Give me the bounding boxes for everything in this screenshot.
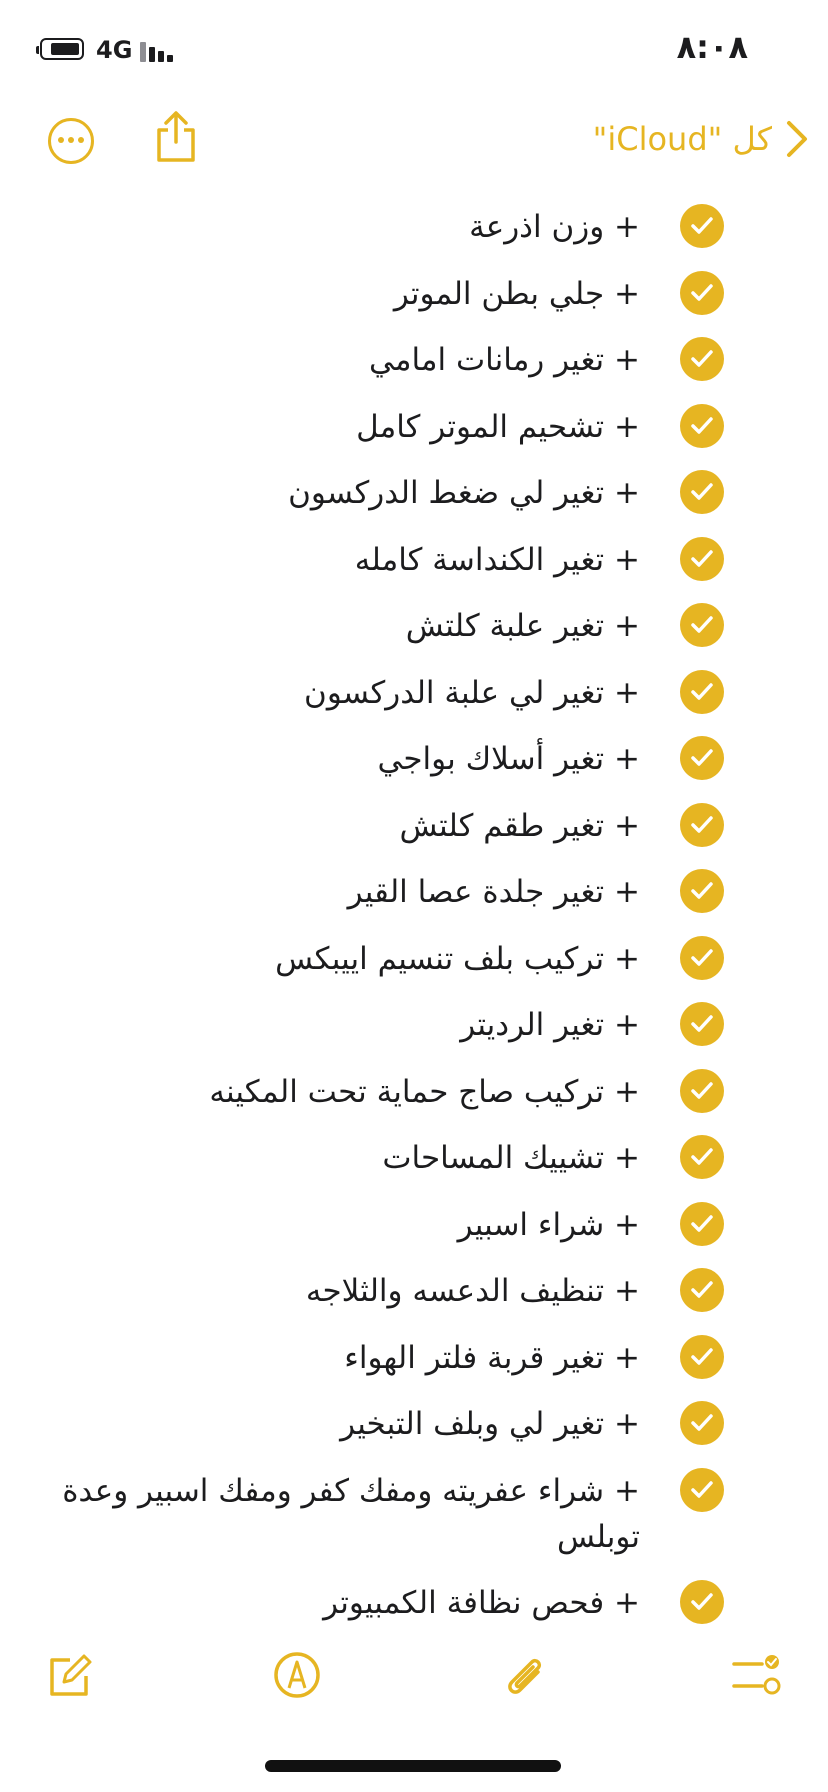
checklist-item-text: + تركيب صاج حماية تحت المكينه [209,1073,640,1110]
checklist-item-text: + شراء اسبير [457,1206,640,1243]
checklist-item-text: + تغير الكنداسة كامله [354,541,640,578]
checklist-item-text: + تشييك المساحات [382,1140,640,1176]
checklist-item[interactable]: + تشييك المساحات [382,1135,724,1181]
checkmark-circle-icon[interactable] [680,204,724,248]
nav-bar: كل "iCloud" [0,100,828,190]
checklist-item[interactable]: + تغير الرديتر [460,1002,724,1048]
checklist-item[interactable]: + تغير علبة كلتش [406,603,724,649]
checklist-item[interactable]: + تشحيم الموتر كامل [356,403,724,450]
chevron-right-icon [787,121,807,157]
checklist-item-text: + تركيب بلف تنسيم اييبكس [275,940,640,977]
checklist-item-text: + تغير طقم كلتش [399,807,640,844]
checklist-item-text: + شراء عفريته ومفك كفر ومفك اسبير وعدة ت… [62,1472,640,1555]
checkmark-circle-icon[interactable] [680,470,724,514]
checklist-icon [732,1655,781,1695]
markup-pen-icon [274,1652,320,1698]
checklist-item-text: + تغير علبة كلتش [405,608,640,644]
compose-button[interactable] [44,1650,94,1700]
checklist-item[interactable]: + تنظيف الدعسه والثلاجه [306,1268,724,1314]
checklist-item[interactable]: + تغير لي ضغط الدركسون [288,470,724,516]
ellipsis-icon [51,137,91,145]
checklist-item-text: + تغير الرديتر [460,1007,640,1043]
checkmark-circle-icon[interactable] [680,536,724,581]
status-bar: 4G ٨:٠٨ [0,0,828,100]
checkmark-circle-icon[interactable] [680,802,724,847]
checklist-item[interactable]: + شراء عفريته ومفك كفر ومفك اسبير وعدة ت… [0,1467,724,1560]
checklist-item[interactable]: + تغير رمانات امامي [369,337,724,383]
paperclip-icon [508,1658,542,1694]
checkmark-circle-icon[interactable] [680,1268,724,1312]
checkmark-circle-icon[interactable] [680,1135,724,1179]
checkmark-circle-icon[interactable] [680,1579,724,1624]
note-body[interactable]: + وزن اذرعة + جلي بطن الموتر + تغير رمانات… [0,196,828,1626]
checklist-item[interactable]: + تغير الكنداسة كامله [354,536,724,583]
checklist-item[interactable]: + تركيب بلف تنسيم اييبكس [275,935,724,982]
checklist-item[interactable]: + وزن اذرعة [469,204,724,250]
checklist-item-text: + جلي بطن الموتر [393,275,640,312]
checklist-item-text: + تغير لي ضغط الدركسون [288,475,640,511]
checklist-item-text: + تنظيف الدعسه والثلاجه [305,1273,640,1309]
checklist-item[interactable]: + تركيب صاج حماية تحت المكينه [209,1068,724,1115]
markup-button[interactable] [272,1650,322,1700]
compose-icon [50,1654,92,1696]
checklist-item-text: + تغير أسلاك بواجي [377,741,640,777]
back-button[interactable]: كل "iCloud" [593,114,808,164]
checklist-item[interactable]: + فحص نظافة الكمبيوتر [323,1579,724,1626]
checklist-item-text: + تشحيم الموتر كامل [356,408,640,445]
checkmark-circle-icon[interactable] [680,337,724,381]
network-type: 4G [96,36,133,64]
checklist-item-text: + تغير لي علبة الدركسون [304,674,640,711]
share-icon [157,111,195,162]
checkmark-circle-icon[interactable] [680,603,724,647]
back-label: كل "iCloud" [592,120,772,158]
checkmark-circle-icon[interactable] [680,669,724,714]
checklist-item[interactable]: + تغير أسلاك بواجي [378,736,724,782]
signal-strength-icon [140,38,180,62]
checklist-item-text: + وزن اذرعة [469,209,640,245]
share-button[interactable] [154,110,198,164]
checklist-item-text: + تغير لي وبلف التبخير [340,1406,640,1442]
checkmark-circle-icon[interactable] [680,1334,724,1379]
checkmark-circle-icon[interactable] [680,1002,724,1046]
checklist-item-text: + تغير رمانات امامي [369,342,640,378]
checkmark-circle-icon[interactable] [680,270,724,315]
checklist-item[interactable]: + تغير لي علبة الدركسون [304,669,724,716]
checklist-item[interactable]: + تغير قربة فلتر الهواء [344,1334,724,1381]
checkmark-circle-icon[interactable] [680,403,724,448]
checkmark-circle-icon[interactable] [680,869,724,913]
checkmark-circle-icon[interactable] [680,1467,724,1512]
checklist-button[interactable] [732,1650,782,1700]
more-options-button[interactable] [48,118,94,164]
checkmark-circle-icon[interactable] [680,1201,724,1246]
checklist-item[interactable]: + جلي بطن الموتر [393,270,724,317]
checklist-item[interactable]: + تغير جلدة عصا القير [348,869,724,915]
checkmark-circle-icon[interactable] [680,935,724,980]
bottom-toolbar [0,1640,828,1720]
checkmark-circle-icon[interactable] [680,736,724,780]
attach-button[interactable] [500,1650,550,1700]
checkmark-circle-icon[interactable] [680,1401,724,1445]
checklist-item-text: + تغير جلدة عصا القير [347,874,640,910]
battery-icon [36,38,84,60]
checklist-item-text: + تغير قربة فلتر الهواء [344,1339,640,1376]
checklist-item[interactable]: + شراء اسبير [457,1201,724,1248]
checklist-item-text: + فحص نظافة الكمبيوتر [323,1584,640,1621]
checklist-item[interactable]: + تغير لي وبلف التبخير [340,1401,724,1447]
checklist-item[interactable]: + تغير طقم كلتش [399,802,724,849]
home-indicator[interactable] [265,1760,561,1772]
checkmark-circle-icon[interactable] [680,1068,724,1113]
clock: ٨:٠٨ [676,28,748,66]
